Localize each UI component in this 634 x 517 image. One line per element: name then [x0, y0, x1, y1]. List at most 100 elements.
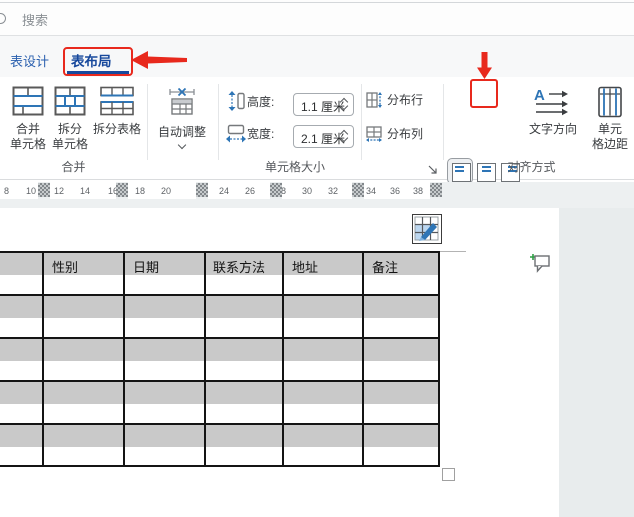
split-table-icon — [100, 86, 134, 116]
merge-cells-label: 合并 — [15, 122, 40, 136]
distribute-cols-icon — [366, 126, 382, 142]
split-cells-label2: 单元格 — [51, 137, 88, 151]
ruler-number: 34 — [366, 186, 377, 196]
table-border — [0, 465, 440, 467]
col-width-input[interactable]: 2.1 厘米 — [293, 125, 354, 148]
ruler-column-marker[interactable] — [270, 183, 282, 197]
table-header-date[interactable]: 日期 — [133, 257, 159, 276]
ruler-number: 24 — [219, 186, 230, 196]
ruler-column-marker[interactable] — [38, 183, 50, 197]
search-icon — [0, 13, 6, 24]
group-label-cell-size: 单元格大小 — [264, 160, 325, 174]
ruler-number: 14 — [80, 186, 91, 196]
col-width-value: 2.1 厘米 — [301, 132, 346, 146]
table-row-shading — [0, 382, 440, 404]
search-input[interactable]: 搜索 — [22, 10, 48, 29]
table-header-gender[interactable]: 性别 — [52, 257, 78, 276]
tab-table-design[interactable]: 表设计 — [10, 51, 49, 70]
table-resize-handle[interactable] — [442, 468, 455, 481]
autofit-button[interactable]: 自动调整 — [150, 84, 214, 162]
table-header-remark[interactable]: 备注 — [372, 257, 398, 276]
row-height-label: 高度: — [247, 95, 275, 109]
ruler-number: 26 — [245, 186, 256, 196]
cell-margins-label: 单元 — [597, 122, 622, 136]
group-separator — [147, 84, 148, 160]
dialog-launcher-icon[interactable] — [427, 164, 439, 176]
ruler[interactable]: 8 10 12 14 16 18 20 24 26 28 30 32 34 36… — [0, 182, 634, 199]
col-width-icon — [226, 124, 246, 143]
table-border — [282, 251, 284, 467]
group-separator — [361, 84, 362, 160]
distribute-rows-label: 分布行 — [387, 93, 424, 107]
cell-margins-label2: 格边距 — [591, 137, 628, 151]
autofit-label: 自动调整 — [157, 125, 206, 139]
table-border — [362, 251, 364, 467]
row-height-input[interactable]: 1.1 厘米 — [293, 93, 354, 116]
text-direction-icon: A — [534, 87, 568, 116]
table-border — [0, 380, 440, 382]
ribbon: 合并 单元格 拆分 单元格 拆分表格 合并 自动调整 高度: 1.1 厘米 宽度… — [0, 77, 634, 234]
distribute-rows-icon — [366, 92, 382, 108]
row-height-value: 1.1 厘米 — [301, 100, 346, 114]
merge-cells-icon — [12, 86, 44, 116]
autofit-icon — [169, 88, 195, 115]
table-border — [0, 423, 440, 425]
ruler-column-marker[interactable] — [430, 183, 442, 197]
distribute-cols-button[interactable]: 分布列 — [366, 126, 436, 144]
text-direction-label: 文字方向 — [528, 122, 577, 136]
ruler-number: 30 — [302, 186, 313, 196]
table-border — [0, 337, 440, 339]
table-header-contact[interactable]: 联系方法 — [213, 257, 265, 276]
table-border — [204, 251, 206, 467]
annotation-rect-tab-layout — [63, 47, 133, 76]
cell-margins-icon — [598, 86, 622, 118]
table-border — [438, 251, 440, 467]
ruler-column-marker[interactable] — [196, 183, 208, 197]
merge-cells-label2: 单元格 — [9, 137, 46, 151]
group-separator — [443, 84, 444, 160]
table-row-shading — [0, 339, 440, 361]
table-row-shading — [0, 425, 440, 447]
table-style-brush-button[interactable] — [412, 214, 442, 244]
ruler-segment — [282, 182, 352, 199]
distribute-rows-button[interactable]: 分布行 — [366, 92, 436, 110]
table-brush-icon — [414, 216, 439, 241]
svg-text:A: A — [534, 87, 545, 104]
table-row-end-line — [440, 251, 466, 252]
ruler-number: 10 — [26, 186, 37, 196]
group-separator — [218, 84, 219, 160]
split-cells-button[interactable]: 拆分 单元格 — [50, 84, 90, 162]
ruler-number: 32 — [328, 186, 339, 196]
annotation-rect-align-button — [470, 79, 498, 108]
ruler-number: 36 — [390, 186, 401, 196]
ruler-number: 8 — [4, 186, 10, 196]
group-label-alignment: 对齐方式 — [507, 160, 556, 174]
ruler-column-marker[interactable] — [116, 183, 128, 197]
split-table-label: 拆分表格 — [92, 122, 141, 136]
group-label-merge: 合并 — [61, 160, 86, 174]
ruler-column-marker[interactable] — [352, 183, 364, 197]
add-comment-icon[interactable] — [529, 252, 551, 273]
table-header-address[interactable]: 地址 — [292, 257, 318, 276]
text-direction-button[interactable]: A 文字方向 — [524, 85, 582, 145]
ruler-lower-strip — [0, 199, 634, 208]
table-border — [42, 251, 44, 467]
ruler-number: 20 — [161, 186, 172, 196]
chevron-down-icon — [177, 140, 187, 150]
split-cells-icon — [54, 86, 86, 116]
split-table-button[interactable]: 拆分表格 — [92, 84, 142, 162]
ruler-segment — [208, 182, 270, 199]
merge-cells-button[interactable]: 合并 单元格 — [8, 84, 48, 162]
table-border — [123, 251, 125, 467]
ruler-number: 18 — [135, 186, 146, 196]
split-cells-label: 拆分 — [57, 122, 82, 136]
ruler-number: 12 — [54, 186, 65, 196]
col-width-label: 宽度: — [247, 127, 275, 141]
distribute-cols-label: 分布列 — [387, 127, 424, 141]
table-border — [0, 294, 440, 296]
annotation-arrow-left — [131, 51, 187, 69]
annotation-arrow-down — [477, 52, 492, 79]
row-height-icon — [228, 91, 245, 111]
cell-margins-button[interactable]: 单元 格边距 — [586, 85, 634, 157]
title-bar: 搜索 — [0, 0, 634, 36]
